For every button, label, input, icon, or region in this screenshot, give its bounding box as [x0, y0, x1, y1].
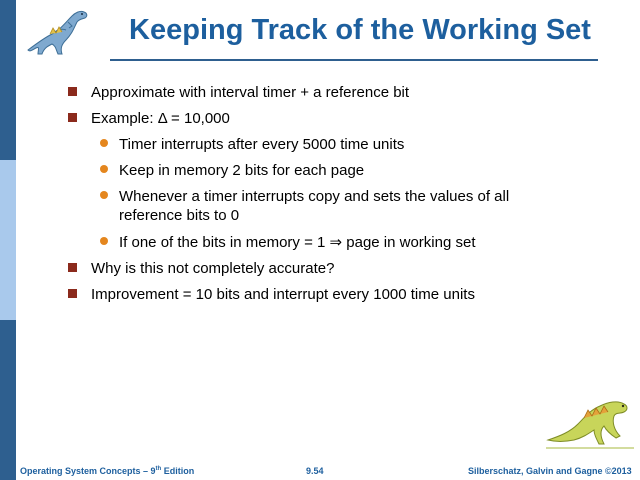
sub-bullet-text: If one of the bits in memory = 1 ⇒ page …: [119, 234, 476, 251]
dinosaur-logo-icon: [546, 401, 634, 449]
sub-bullet-text: Timer interrupts after every 5000 time u…: [119, 136, 405, 153]
square-bullet-icon: [68, 113, 77, 122]
sub-bullet-text-continued: reference bits to 0: [119, 207, 240, 224]
round-bullet-icon: [100, 139, 108, 147]
square-bullet-icon: [68, 263, 77, 272]
bullet-text: Why is this not completely accurate?: [91, 260, 335, 277]
sub-bullet-text: Keep in memory 2 bits for each page: [119, 162, 365, 179]
footer-book-title-suffix: Edition: [161, 466, 195, 476]
bullet-text: Approximate with interval timer + a refe…: [91, 84, 410, 101]
square-bullet-icon: [68, 87, 77, 96]
footer-page-number: 9.54: [306, 466, 324, 476]
sub-bullet-text: Whenever a timer interrupts copy and set…: [119, 188, 510, 205]
bullet-text: Example: Δ = 10,000: [91, 110, 230, 127]
round-bullet-icon: [100, 237, 108, 245]
footer-book-title: Operating System Concepts – 9th Edition: [20, 466, 194, 476]
bullet-text: Improvement = 10 bits and interrupt ever…: [91, 286, 475, 303]
round-bullet-icon: [100, 165, 108, 173]
round-bullet-icon: [100, 191, 108, 199]
footer-book-title-prefix: Operating System Concepts – 9: [20, 466, 156, 476]
footer-copyright: Silberschatz, Galvin and Gagne ©2013: [468, 466, 632, 476]
square-bullet-icon: [68, 289, 77, 298]
